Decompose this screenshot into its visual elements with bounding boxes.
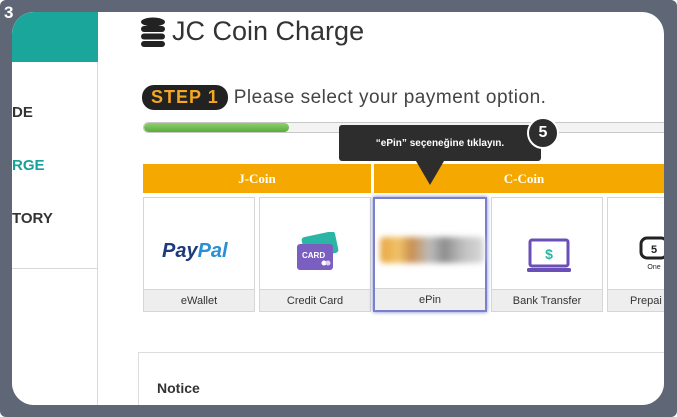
sidebar-divider xyxy=(12,268,98,269)
page-title: JC Coin Charge xyxy=(172,16,365,46)
paypal-logo-text-pal: Pal xyxy=(197,240,228,262)
tooltip-step-badge: 5 xyxy=(527,117,559,149)
credit-card-icon: CARD xyxy=(297,232,339,270)
prepaid-icon-text: One xyxy=(647,264,660,271)
paypal-logo-text-pay: Pay xyxy=(162,240,198,262)
step-instruction: Please select your payment option. xyxy=(233,86,547,108)
payment-option-label: Credit Card xyxy=(260,289,370,311)
bank-transfer-icon: $ xyxy=(527,238,571,272)
epin-image xyxy=(380,237,484,263)
step-badge: STEP 1 xyxy=(142,85,228,110)
tab-j-coin[interactable]: J-Coin xyxy=(143,164,371,193)
prepaid-icon: 5 One xyxy=(639,236,664,271)
svg-text:5: 5 xyxy=(651,244,657,256)
sidebar-item-charge[interactable]: RGE xyxy=(12,157,45,174)
payment-option-label: ePin xyxy=(375,288,485,310)
payment-option-label: eWallet xyxy=(144,289,254,311)
progress-bar-fill xyxy=(144,123,290,132)
main-content: JC Coin Charge STEP 1 Please select your… xyxy=(98,12,664,405)
coin-stack-icon xyxy=(141,17,165,47)
payment-option-epin[interactable]: ePin xyxy=(373,197,487,312)
tooltip-arrow xyxy=(416,161,444,185)
step-indicator: STEP 1 Please select your payment option… xyxy=(142,85,546,110)
payment-option-bank-transfer[interactable]: $ Bank Transfer xyxy=(491,197,603,312)
browser-viewport: DE RGE TORY JC Coin Charge STEP 1 Please… xyxy=(12,12,664,405)
payment-option-label: Prepai xyxy=(608,289,664,311)
bank-transfer-icon-text: $ xyxy=(545,246,553,262)
sidebar-header-bar xyxy=(12,12,98,62)
notice-title: Notice xyxy=(157,380,200,396)
sidebar-item-history[interactable]: TORY xyxy=(12,210,53,227)
paypal-logo: PayPal xyxy=(162,240,228,263)
sidebar: DE RGE TORY xyxy=(12,12,98,405)
payment-option-ewallet[interactable]: PayPal eWallet xyxy=(143,197,255,312)
payment-option-credit-card[interactable]: CARD Credit Card xyxy=(259,197,371,312)
sidebar-item-code[interactable]: DE xyxy=(12,104,33,121)
credit-card-icon-text: CARD xyxy=(302,251,325,260)
notice-panel: Notice xyxy=(138,352,664,405)
instruction-tooltip: “ePin” seçeneğine tıklayın. xyxy=(339,125,541,161)
payment-option-prepaid[interactable]: 5 One Prepai xyxy=(607,197,664,312)
payment-option-label: Bank Transfer xyxy=(492,289,602,311)
page-header: JC Coin Charge xyxy=(140,16,364,47)
screenshot-frame: 3 DE RGE TORY JC Coin Charge STEP 1 Plea… xyxy=(0,0,677,417)
